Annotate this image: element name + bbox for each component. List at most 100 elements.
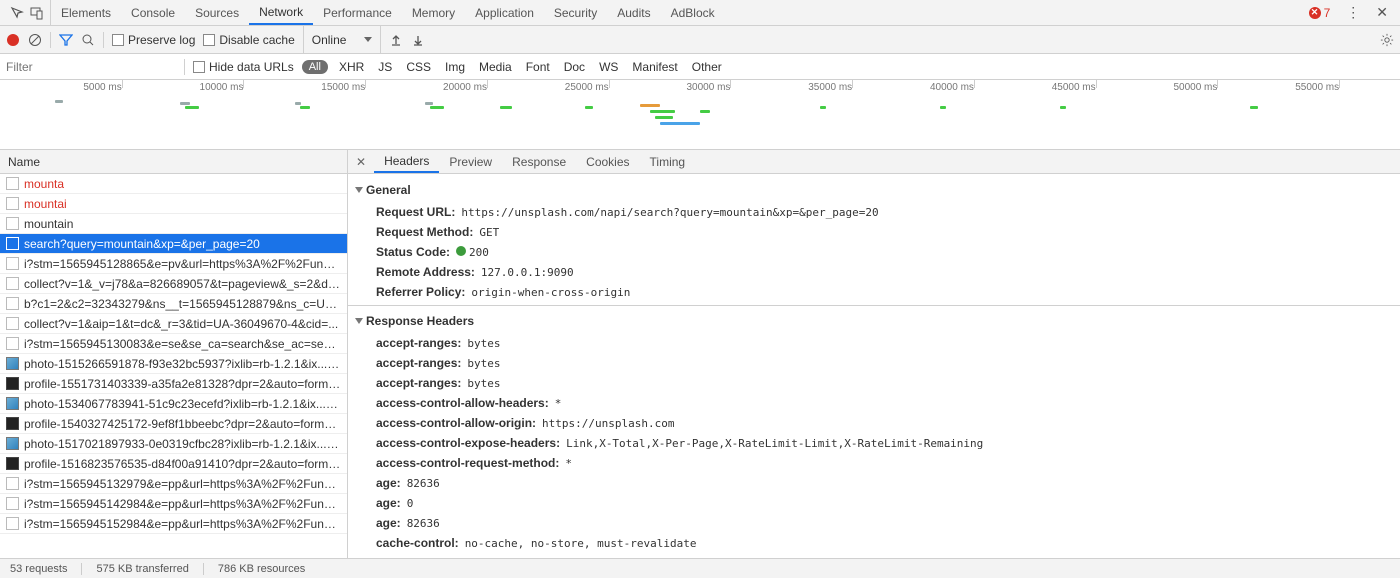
request-row[interactable]: b?c1=2&c2=32343279&ns__t=1565945128879&n… [0,294,347,314]
device-toggle-icon[interactable] [30,6,44,20]
file-icon [6,357,19,370]
preserve-log-checkbox[interactable]: Preserve log [112,33,195,47]
tab-sources[interactable]: Sources [185,0,249,25]
filter-type-all[interactable]: All [302,60,328,74]
close-details-icon[interactable]: ✕ [348,155,374,169]
upload-har-icon[interactable] [389,33,403,47]
tab-audits[interactable]: Audits [607,0,660,25]
inspect-icon[interactable] [10,6,24,20]
request-row[interactable]: i?stm=1565945142984&e=pp&url=https%3A%2F… [0,494,347,514]
header-row: age:0 [348,493,1400,513]
filter-bar: Hide data URLs All XHR JS CSS Img Media Font Do… [0,54,1400,80]
header-value: bytes [467,357,500,370]
section-response-headers[interactable]: Response Headers [348,309,1400,333]
timeline-bar [425,102,433,105]
detail-tab-headers[interactable]: Headers [374,150,439,173]
request-name: i?stm=1565945152984&e=pp&url=https%3A%2F… [24,517,341,531]
header-key: Request URL: [376,205,455,219]
error-count: 7 [1324,6,1331,20]
filter-type-doc[interactable]: Doc [561,60,588,74]
request-row[interactable]: photo-1515266591878-f93e32bc5937?ixlib=r… [0,354,347,374]
search-icon[interactable] [81,33,95,47]
detail-tab-response[interactable]: Response [502,150,576,173]
request-row[interactable]: i?stm=1565945132979&e=pp&url=https%3A%2F… [0,474,347,494]
tab-elements[interactable]: Elements [51,0,121,25]
header-key: age: [376,516,401,530]
headers-body: GeneralRequest URL:https://unsplash.com/… [348,174,1400,558]
request-row[interactable]: profile-1516823576535-d84f00a91410?dpr=2… [0,454,347,474]
timeline-tick: 35000 ms [808,82,852,93]
request-row[interactable]: photo-1517021897933-0e0319cfbc28?ixlib=r… [0,434,347,454]
request-name: profile-1551731403339-a35fa2e81328?dpr=2… [24,377,341,391]
header-value: Link,X-Total,X-Per-Page,X-RateLimit-Limi… [566,437,983,450]
detail-tab-cookies[interactable]: Cookies [576,150,639,173]
timeline-tick: 10000 ms [200,82,244,93]
tab-network[interactable]: Network [249,0,313,25]
header-row: accept-ranges:bytes [348,353,1400,373]
filter-type-ws[interactable]: WS [596,60,621,74]
tab-console[interactable]: Console [121,0,185,25]
more-menu-icon[interactable]: ⋮ [1338,4,1368,21]
tab-adblock[interactable]: AdBlock [661,0,725,25]
file-icon [6,237,19,250]
timeline-bar [180,102,190,105]
file-icon [6,337,19,350]
request-row[interactable]: profile-1540327425172-9ef8f1bbeebc?dpr=2… [0,414,347,434]
status-requests: 53 requests [10,563,67,575]
request-row[interactable]: photo-1534067783941-51c9c23ecefd?ixlib=r… [0,394,347,414]
header-value: 82636 [407,477,440,490]
hide-data-urls-checkbox[interactable]: Hide data URLs [193,60,294,74]
filter-type-xhr[interactable]: XHR [336,60,367,74]
preserve-log-label: Preserve log [128,33,195,47]
record-button[interactable] [6,33,20,47]
name-column-header[interactable]: Name [0,150,347,174]
waterfall-overview[interactable]: 5000 ms10000 ms15000 ms20000 ms25000 ms3… [0,80,1400,150]
request-row[interactable]: mountain [0,214,347,234]
clear-icon[interactable] [28,33,42,47]
close-devtools-icon[interactable]: ✕ [1368,4,1396,21]
header-value: https://unsplash.com [542,417,674,430]
filter-type-manifest[interactable]: Manifest [629,60,680,74]
request-row[interactable]: collect?v=1&_v=j78&a=826689057&t=pagevie… [0,274,347,294]
settings-gear-icon[interactable] [1380,33,1394,47]
throttling-select[interactable]: Online [303,26,382,53]
filter-input[interactable] [6,57,176,77]
request-row[interactable]: i?stm=1565945128865&e=pv&url=https%3A%2F… [0,254,347,274]
file-icon [6,377,19,390]
filter-type-img[interactable]: Img [442,60,468,74]
request-list: mountamountaimountainsearch?query=mounta… [0,174,347,558]
filter-type-css[interactable]: CSS [403,60,434,74]
filter-type-media[interactable]: Media [476,60,515,74]
request-row[interactable]: collect?v=1&aip=1&t=dc&_r=3&tid=UA-36049… [0,314,347,334]
download-har-icon[interactable] [411,33,425,47]
request-row[interactable]: mountai [0,194,347,214]
request-row[interactable]: profile-1551731403339-a35fa2e81328?dpr=2… [0,374,347,394]
error-count-badge[interactable]: ✕ 7 [1309,6,1339,20]
filter-type-font[interactable]: Font [523,60,553,74]
request-row[interactable]: i?stm=1565945152984&e=pp&url=https%3A%2F… [0,514,347,534]
file-icon [6,177,19,190]
request-row[interactable]: mounta [0,174,347,194]
detail-tab-timing[interactable]: Timing [640,150,696,173]
file-icon [6,217,19,230]
file-icon [6,257,19,270]
section-general[interactable]: General [348,178,1400,202]
header-value: no-cache, no-store, must-revalidate [465,537,697,550]
detail-tab-preview[interactable]: Preview [439,150,502,173]
disable-cache-checkbox[interactable]: Disable cache [203,33,294,47]
tab-application[interactable]: Application [465,0,544,25]
tab-memory[interactable]: Memory [402,0,465,25]
request-row[interactable]: i?stm=1565945130083&e=se&se_ca=search&se… [0,334,347,354]
filter-type-js[interactable]: JS [375,60,395,74]
timeline-bar [430,106,444,109]
disable-cache-label: Disable cache [219,33,294,47]
request-row[interactable]: search?query=mountain&xp=&per_page=20 [0,234,347,254]
filter-type-other[interactable]: Other [689,60,725,74]
request-name: profile-1516823576535-d84f00a91410?dpr=2… [24,457,341,471]
timeline-bar [1250,106,1258,109]
details-pane: ✕ HeadersPreviewResponseCookiesTiming Ge… [348,150,1400,558]
tab-security[interactable]: Security [544,0,607,25]
filter-toggle-icon[interactable] [59,33,73,47]
devtools-tabs: ElementsConsoleSourcesNetworkPerformance… [0,0,1400,26]
tab-performance[interactable]: Performance [313,0,402,25]
